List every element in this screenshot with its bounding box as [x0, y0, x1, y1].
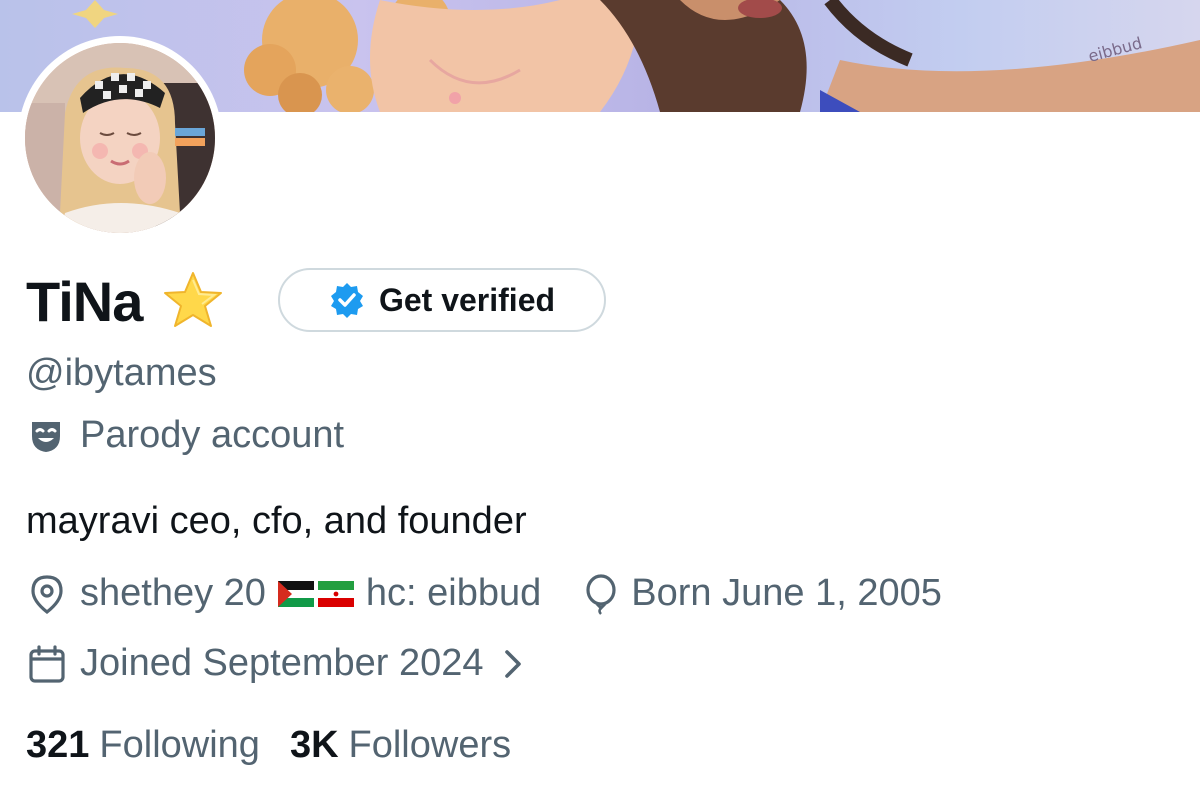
location-text: shethey 20	[80, 572, 266, 614]
following-label: Following	[99, 724, 260, 766]
avatar[interactable]	[18, 36, 222, 240]
chevron-right-icon	[498, 646, 528, 682]
parody-label-row[interactable]: Parody account	[26, 414, 344, 457]
avatar-photo	[25, 43, 215, 233]
profile-handle: @ibytames	[26, 352, 217, 394]
location-suffix-text: hc: eibbud	[365, 572, 542, 614]
following-link[interactable]: 321 Following	[26, 724, 260, 767]
followers-count: 3K	[289, 724, 339, 766]
star-icon	[160, 268, 226, 334]
joined-text: Joined September 2024	[80, 642, 484, 684]
flags	[277, 580, 354, 607]
parody-account-text: Parody account	[80, 414, 345, 456]
theater-mask-icon	[26, 416, 66, 456]
profile-meta-row: shethey 20 hc: eibbud Born June 1, 2005	[26, 572, 942, 615]
followers-label: Followers	[348, 724, 512, 766]
palestine-flag-icon	[277, 580, 314, 607]
iran-flag-icon	[317, 580, 354, 607]
followers-link[interactable]: 3K Followers	[290, 724, 511, 767]
profile-page: eibbud TiNa Get verified @ibytames Parod…	[0, 0, 1200, 808]
balloon-icon	[581, 573, 621, 615]
get-verified-label: Get verified	[378, 281, 556, 318]
joined-date-link[interactable]: Joined September 2024	[26, 642, 528, 685]
get-verified-button[interactable]: Get verified	[278, 268, 606, 332]
birthday-text: Born June 1, 2005	[631, 572, 942, 614]
follow-stats: 321 Following 3K Followers	[26, 724, 511, 767]
profile-bio: mayravi ceo, cfo, and founder	[26, 500, 527, 542]
verified-check-icon	[329, 282, 365, 318]
display-name: TiNa	[26, 269, 143, 333]
map-pin-icon	[26, 573, 68, 615]
name-row: TiNa	[26, 266, 226, 336]
following-count: 321	[26, 724, 90, 766]
calendar-icon	[26, 643, 68, 685]
